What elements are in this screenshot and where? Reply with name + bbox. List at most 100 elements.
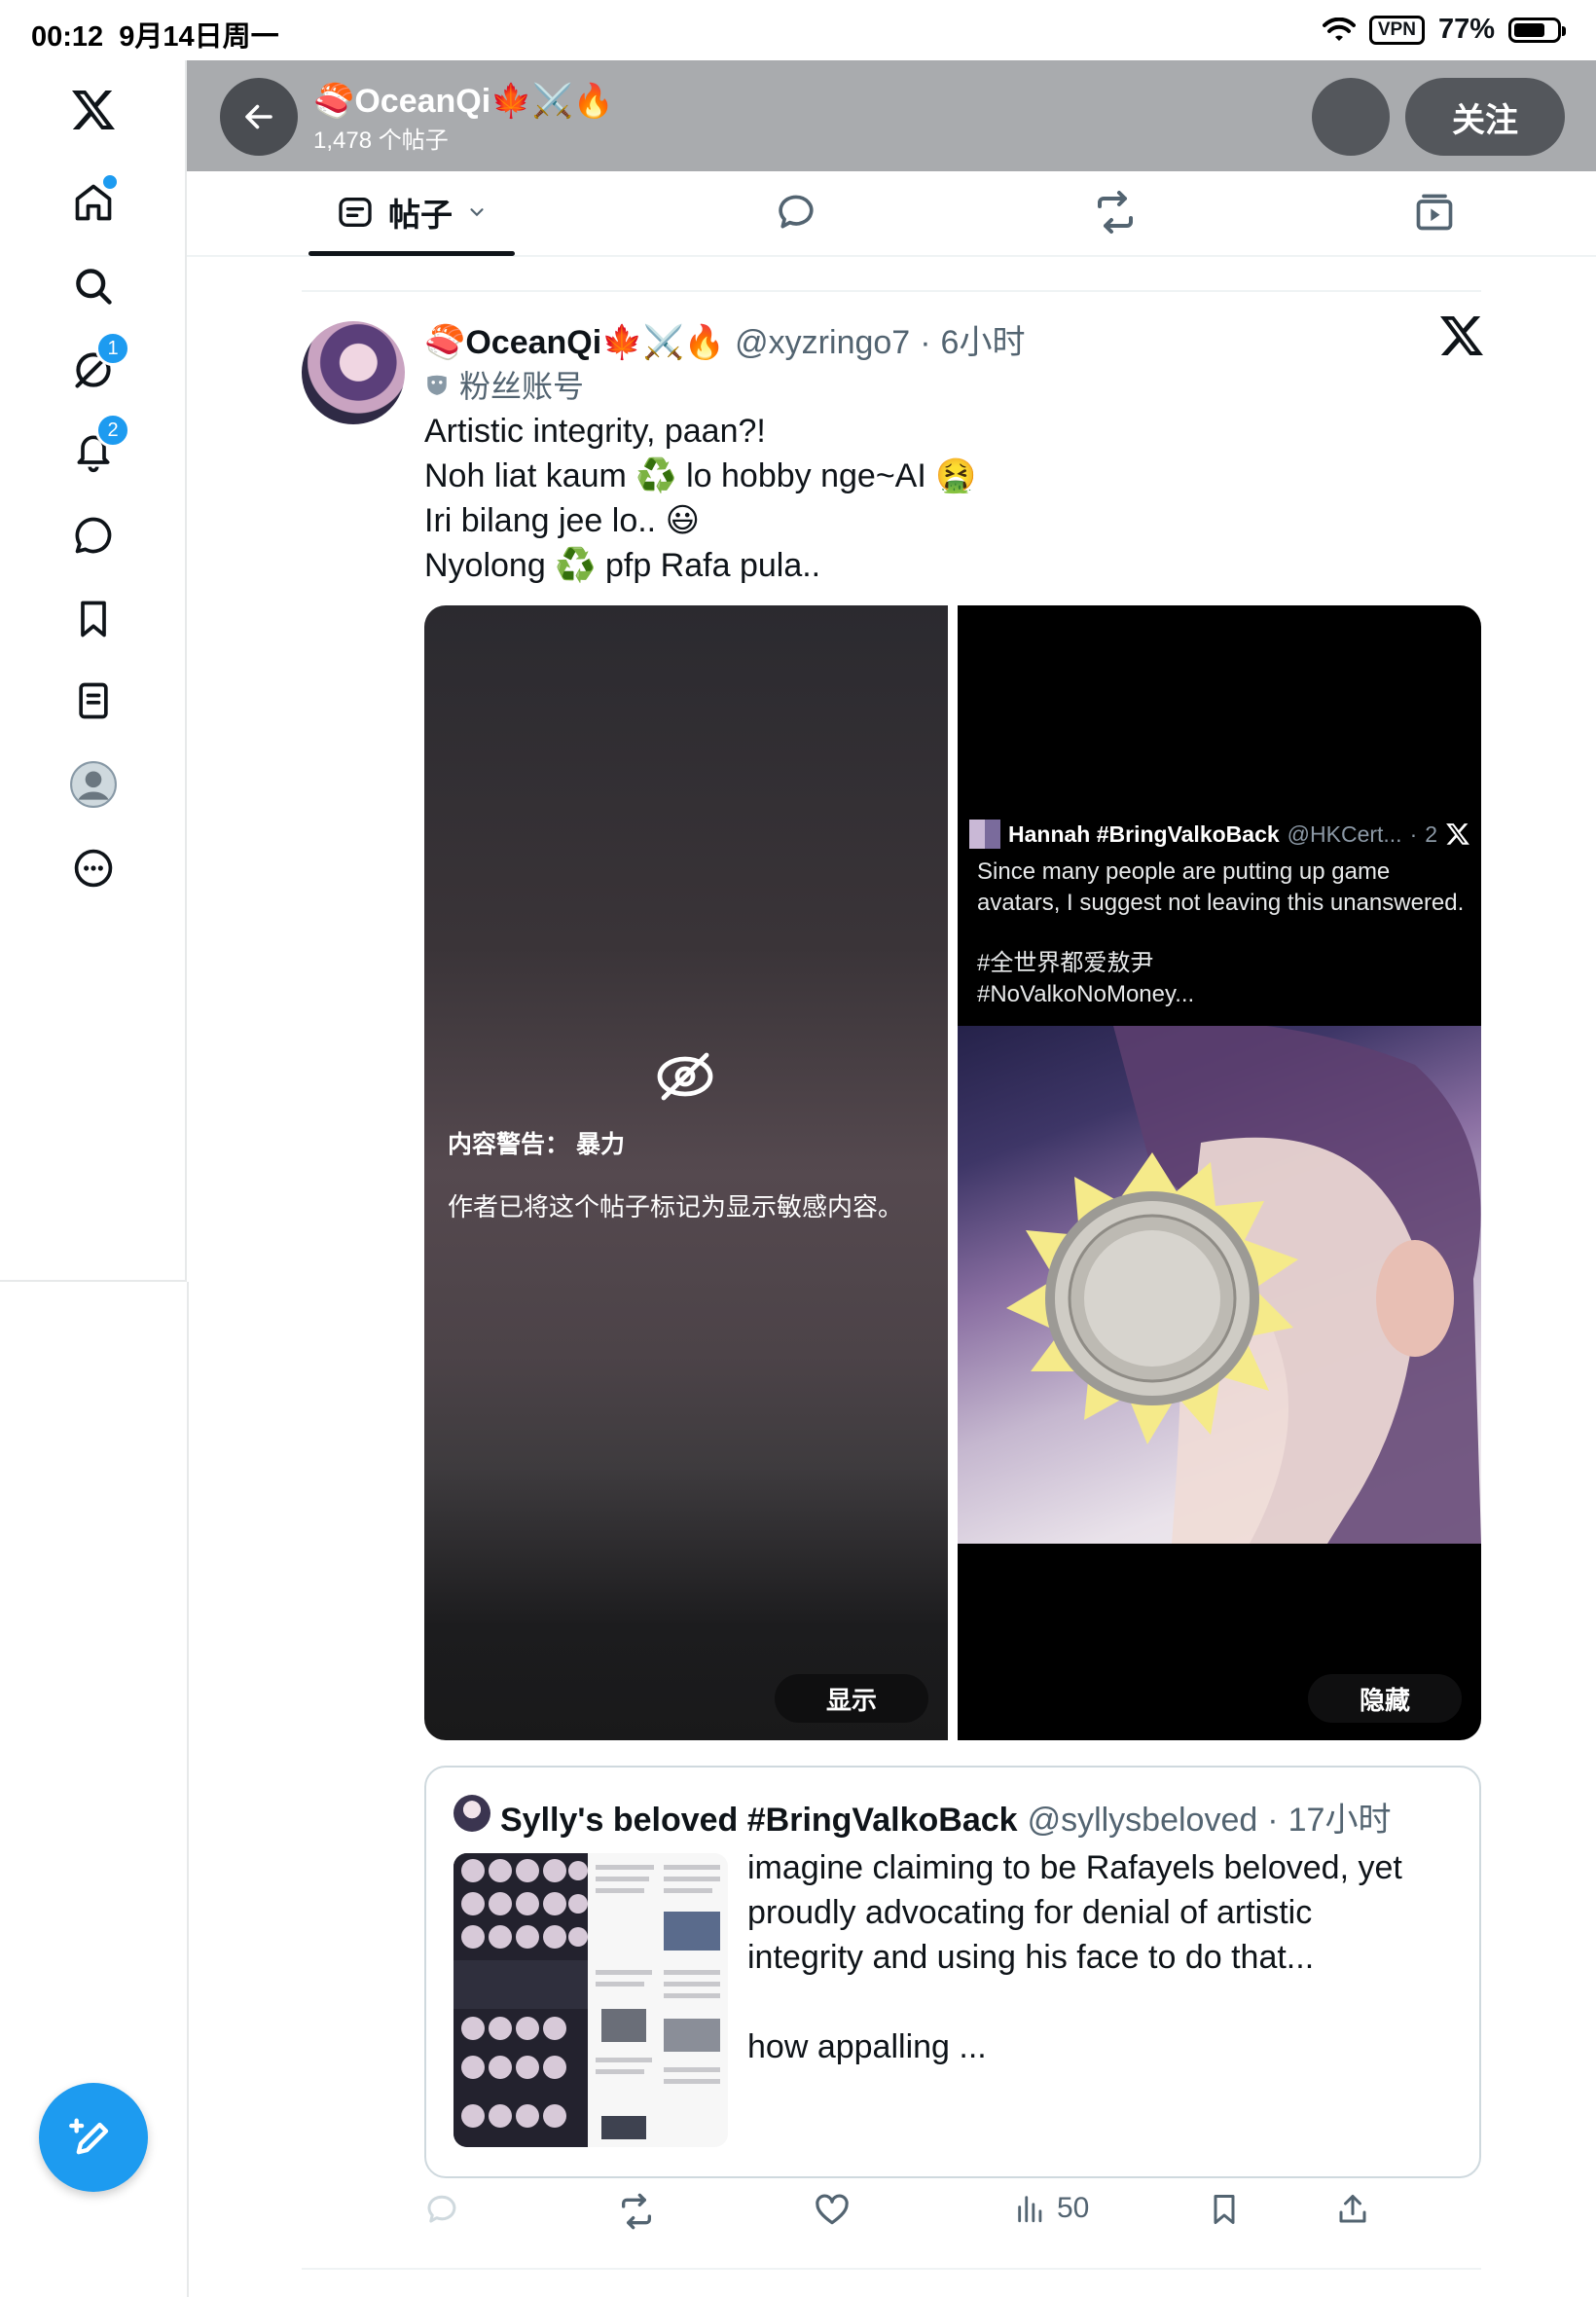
post-text-line: Artistic integrity, paan?!	[424, 413, 766, 450]
search-icon[interactable]	[66, 259, 121, 313]
notification-badge: 2	[95, 413, 130, 448]
bookmark-icon[interactable]	[66, 592, 121, 646]
lists-icon[interactable]	[66, 674, 121, 728]
sidebar-border	[187, 1282, 189, 2297]
embedded-separator: ·	[1409, 820, 1418, 847]
embedded-image	[958, 1026, 1481, 1544]
quoted-image-2	[588, 1853, 728, 2147]
x-logo-icon	[1446, 822, 1469, 845]
sensitive-media-left[interactable]	[424, 605, 948, 1740]
post-text-line: Nyolong ♻️ pfp Rafa pula..	[424, 547, 821, 584]
more-icon[interactable]	[66, 841, 121, 895]
quoted-image-1	[453, 1853, 588, 2147]
post-time[interactable]: 6小时	[941, 315, 1026, 363]
battery-level	[1514, 22, 1544, 37]
notification-badge: 1	[95, 331, 130, 366]
post-actions: 50	[424, 2192, 1481, 2250]
post-author-name[interactable]: 🍣OceanQi🍁⚔️🔥	[424, 323, 725, 362]
quoted-time: 17小时	[1288, 1802, 1392, 1839]
hide-media-button[interactable]: 隐藏	[1308, 1674, 1462, 1723]
tab-active-indicator	[308, 251, 515, 256]
reply-icon	[779, 195, 814, 229]
battery-icon	[1508, 17, 1566, 43]
posts-icon	[339, 198, 372, 227]
arrow-left-icon	[245, 104, 272, 129]
sidebar: 1 2	[0, 60, 187, 1282]
bell-icon[interactable]: 2	[66, 413, 130, 479]
status-time: 00:12 9月14日周一	[31, 21, 279, 53]
quoted-author-handle: @syllysbeloved	[1027, 1802, 1258, 1839]
share-button[interactable]	[1335, 2192, 1370, 2227]
content-warning-description: 作者已将这个帖子标记为显示敏感内容。	[448, 1192, 904, 1221]
embedded-avatar	[969, 820, 1000, 849]
header-profile-name: 🍣OceanQi🍁⚔️🔥	[313, 83, 615, 120]
embedded-tweet-header: Hannah #BringValkoBack @HKCert... · 2	[969, 820, 1470, 849]
show-media-button[interactable]: 显示	[775, 1674, 928, 1723]
embedded-text: Since many people are putting up game av…	[977, 858, 1465, 916]
tab-replies[interactable]	[773, 189, 819, 236]
tab-posts-label: 帖子	[388, 197, 453, 233]
follow-button[interactable]: 关注	[1405, 78, 1565, 156]
embedded-time: 2	[1425, 820, 1438, 847]
tab-posts[interactable]: 帖子	[336, 189, 488, 236]
quoted-text-line: proudly advocating for denial of artisti…	[747, 1894, 1313, 1931]
quoted-separator: ·	[1267, 1802, 1279, 1839]
header-more-button[interactable]	[1312, 78, 1390, 156]
grok-icon[interactable]: 1	[66, 331, 130, 397]
eye-slash-icon	[657, 1052, 713, 1101]
reply-icon	[427, 2195, 456, 2223]
tab-media[interactable]	[1411, 189, 1458, 236]
home-icon[interactable]	[66, 173, 121, 230]
views-icon	[1018, 2196, 1042, 2223]
avatar-illustration	[1006, 1026, 1481, 1544]
status-bar: 00:12 9月14日周一 VPN 77%	[0, 0, 1596, 60]
vpn-badge: VPN	[1368, 15, 1425, 45]
quoted-author-line: Sylly's beloved #BringValkoBack @syllysb…	[500, 1793, 1391, 1841]
post-author-handle[interactable]: @xyzringo7	[735, 324, 910, 362]
compose-button[interactable]	[39, 2083, 148, 2192]
fan-account-label: 粉丝账号	[424, 362, 584, 407]
share-icon	[1339, 2195, 1366, 2223]
repost-icon	[1098, 191, 1133, 234]
post-text-line: Iri bilang jee lo.. 😃	[424, 502, 701, 539]
bookmark-button[interactable]	[1207, 2192, 1242, 2227]
content-warning-title: 内容警告： 暴力	[448, 1131, 625, 1158]
profile-icon[interactable]	[66, 757, 121, 812]
mask-icon	[427, 375, 447, 395]
fan-account-text: 粉丝账号	[459, 369, 585, 404]
wifi-icon	[1322, 17, 1356, 41]
media-icon	[1416, 194, 1453, 231]
quoted-author-name: Sylly's beloved #BringValkoBack	[500, 1802, 1018, 1839]
post-author-avatar[interactable]	[302, 321, 405, 424]
quoted-text-line	[747, 1980, 1448, 2024]
embedded-tag: #NoValkoNoMoney...	[977, 981, 1195, 1007]
post-text-line: Noh liat kaum ♻️ lo hobby nge~AI 🤮	[424, 457, 977, 494]
chevron-down-icon	[470, 208, 484, 217]
embedded-tag: #全世界都爱敖尹	[977, 950, 1154, 976]
quoted-text-line: integrity and using his face to do that.…	[747, 1939, 1315, 1976]
post-author-line: 🍣OceanQi🍁⚔️🔥 @xyzringo7 · 6小时	[424, 315, 1025, 363]
header-post-count: 1,478 个帖子	[313, 128, 449, 154]
quoted-text-line: imagine claiming to be Rafayels beloved,…	[747, 1849, 1402, 1886]
views-count: 50	[1057, 2192, 1090, 2224]
views-button[interactable]: 50	[1014, 2192, 1089, 2225]
post-text: Artistic integrity, paan?! Noh liat kaum…	[424, 409, 977, 588]
embedded-tags: #全世界都爱敖尹 #NoValkoNoMoney...	[977, 948, 1194, 1010]
embedded-handle: @HKCert...	[1287, 820, 1402, 847]
embedded-author-name: Hannah #BringValkoBack	[1008, 820, 1280, 847]
x-logo-icon[interactable]	[66, 84, 121, 138]
compose-icon	[69, 2118, 109, 2155]
quoted-text: imagine claiming to be Rafayels beloved,…	[747, 1845, 1448, 2069]
quoted-text-line: how appalling ...	[747, 2028, 987, 2065]
reply-button[interactable]	[424, 2192, 459, 2227]
post-divider	[302, 290, 1481, 292]
quoted-author-avatar	[453, 1795, 490, 1832]
battery-percent: 77%	[1437, 14, 1495, 45]
repost-button[interactable]	[617, 2192, 656, 2231]
tab-reposts[interactable]	[1092, 189, 1139, 236]
like-button[interactable]	[814, 2192, 851, 2229]
chat-icon[interactable]	[66, 508, 121, 563]
back-button[interactable]	[220, 78, 298, 156]
home-new-dot	[101, 173, 119, 191]
heart-icon	[816, 2194, 849, 2225]
